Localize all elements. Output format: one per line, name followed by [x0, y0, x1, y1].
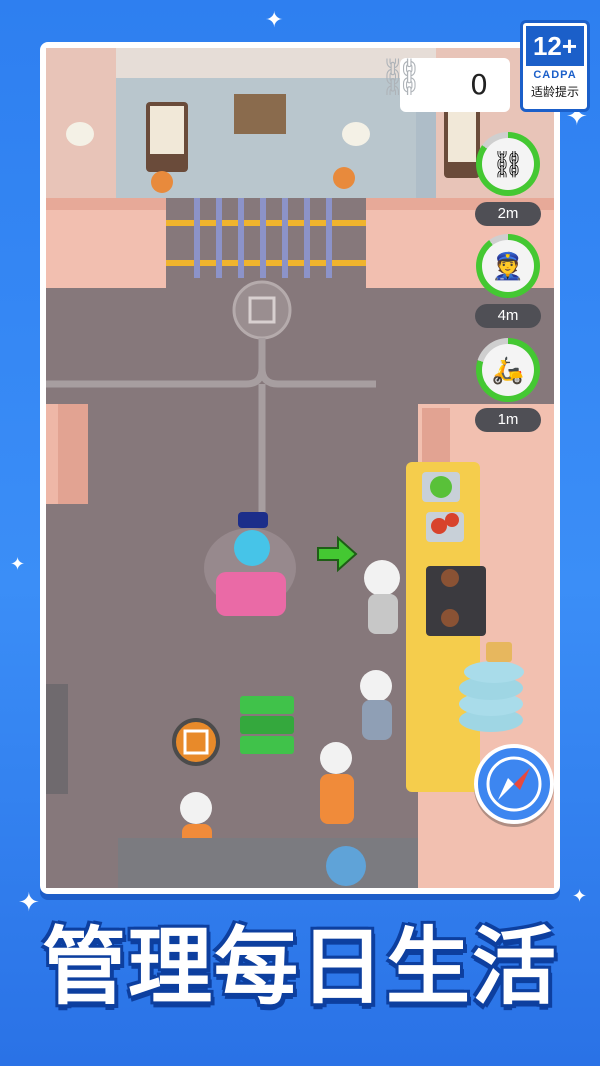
cell-icon: [172, 718, 220, 766]
age-rating-badge: 12+ CADPA 适龄提示: [520, 20, 590, 112]
prisoner: [320, 742, 352, 774]
handcuff-counter: ⛓ 0: [378, 57, 510, 112]
caption-text: 管理每日生活: [41, 918, 558, 1016]
scooter-icon: 🛵: [482, 344, 534, 396]
compass-icon: [486, 756, 542, 812]
timer-label: 1m: [475, 408, 541, 432]
sandwich-icon: [326, 846, 366, 886]
prisoner: [333, 167, 355, 189]
promo-screen: ✦ ✦ ✦ ✦ ✦ ⛓ 0 ⛓ 2m 👮 4m 🛵 1m 12+ CADPA 适…: [0, 0, 600, 1066]
toilet: [342, 122, 370, 146]
timer-label: 4m: [475, 304, 541, 328]
scooter: [216, 572, 286, 616]
chef: [360, 670, 392, 702]
police-hat: [238, 512, 268, 528]
age-rating: 12+: [526, 26, 584, 66]
game-viewport: ⛓ 0 ⛓ 2m 👮 4m 🛵 1m: [46, 48, 554, 888]
handcuff-count: 0: [470, 68, 488, 101]
police-officer: [234, 530, 270, 566]
prisoner: [180, 792, 212, 824]
timer-handcuffs-upgrade[interactable]: ⛓ 2m: [472, 132, 544, 226]
sparkle-icon: ✦: [265, 8, 284, 33]
sparkle-icon: ✦: [10, 554, 26, 575]
toilet: [66, 122, 94, 146]
rating-org: CADPA: [533, 69, 577, 81]
promo-caption: 管理每日生活: [0, 900, 600, 1021]
desk: [234, 94, 286, 134]
lettuce-icon: [430, 476, 452, 498]
tomato-icon: [431, 518, 447, 534]
cell-door-marker: [232, 280, 292, 340]
rating-note: 适龄提示: [530, 85, 579, 99]
chef: [364, 560, 400, 596]
police-officer-icon: 👮: [482, 240, 534, 292]
timer-guard-hire[interactable]: 👮 4m: [472, 234, 544, 328]
timer-label: 2m: [475, 202, 541, 226]
handcuffs-icon: ⛓: [378, 57, 424, 98]
prisoner: [151, 171, 173, 193]
compass-button[interactable]: [474, 744, 554, 824]
serving-counter: [118, 838, 418, 888]
game-screenshot-frame: ⛓ 0 ⛓ 2m 👮 4m 🛵 1m: [40, 42, 560, 894]
timer-scooter-upgrade[interactable]: 🛵 1m: [472, 338, 544, 432]
cash-stack: [240, 696, 294, 714]
handcuffs-plus-icon: ⛓: [482, 138, 534, 190]
